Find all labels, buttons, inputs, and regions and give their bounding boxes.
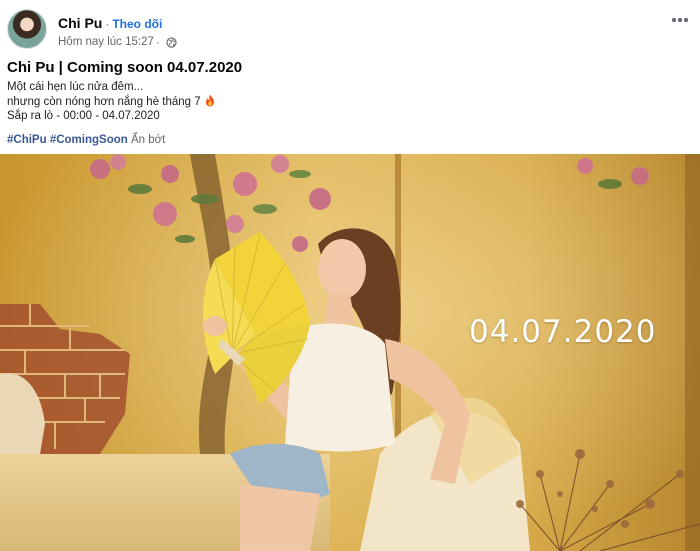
post-body-line-with-emoji: nhưng còn nóng hơn nắng hè tháng 7: [7, 94, 216, 109]
more-options-icon: [672, 18, 676, 22]
meta-separator: ·: [155, 35, 160, 49]
post-header: Chi Pu · Theo dõi Hôm nay lúc 15:27 ·: [7, 7, 693, 51]
more-options-icon-dot: [684, 18, 688, 22]
post-timestamp[interactable]: Hôm nay lúc 15:27: [58, 36, 154, 48]
fire-icon: [205, 94, 214, 107]
post-body-line: nhưng còn nóng hơn nắng hè tháng 7: [7, 96, 201, 108]
more-options-icon-dot: [678, 18, 682, 22]
post-meta: Hôm nay lúc 15:27 ·: [58, 35, 177, 49]
post-body-line: Sắp ra lò - 00:00 - 04.07.2020: [7, 110, 160, 122]
post-body-line: Một cái hẹn lúc nửa đêm...: [7, 81, 144, 93]
photo-date-overlay: 04.07.2020: [469, 314, 657, 350]
post-photo[interactable]: 04.07.2020: [0, 154, 700, 551]
see-less-link[interactable]: Ẩn bớt: [131, 134, 165, 146]
author-name[interactable]: Chi Pu: [58, 15, 102, 31]
post-title: Chi Pu | Coming soon 04.07.2020: [7, 59, 243, 76]
author-row: Chi Pu · Theo dõi: [58, 15, 162, 31]
hashtag-link[interactable]: #ComingSoon: [50, 134, 128, 146]
photo-illustration: [0, 154, 700, 551]
globe-icon[interactable]: [166, 36, 177, 48]
author-avatar[interactable]: [7, 9, 47, 49]
follow-button[interactable]: Theo dõi: [112, 17, 162, 31]
hashtag-link[interactable]: #ChiPu: [7, 134, 47, 146]
hashtag-row: #ChiPu #ComingSoon Ẩn bớt: [7, 134, 165, 146]
separator-dot: ·: [105, 17, 110, 31]
post-body: Một cái hẹn lúc nửa đêm... nhưng còn nón…: [7, 80, 216, 123]
more-options-button[interactable]: [667, 9, 693, 31]
